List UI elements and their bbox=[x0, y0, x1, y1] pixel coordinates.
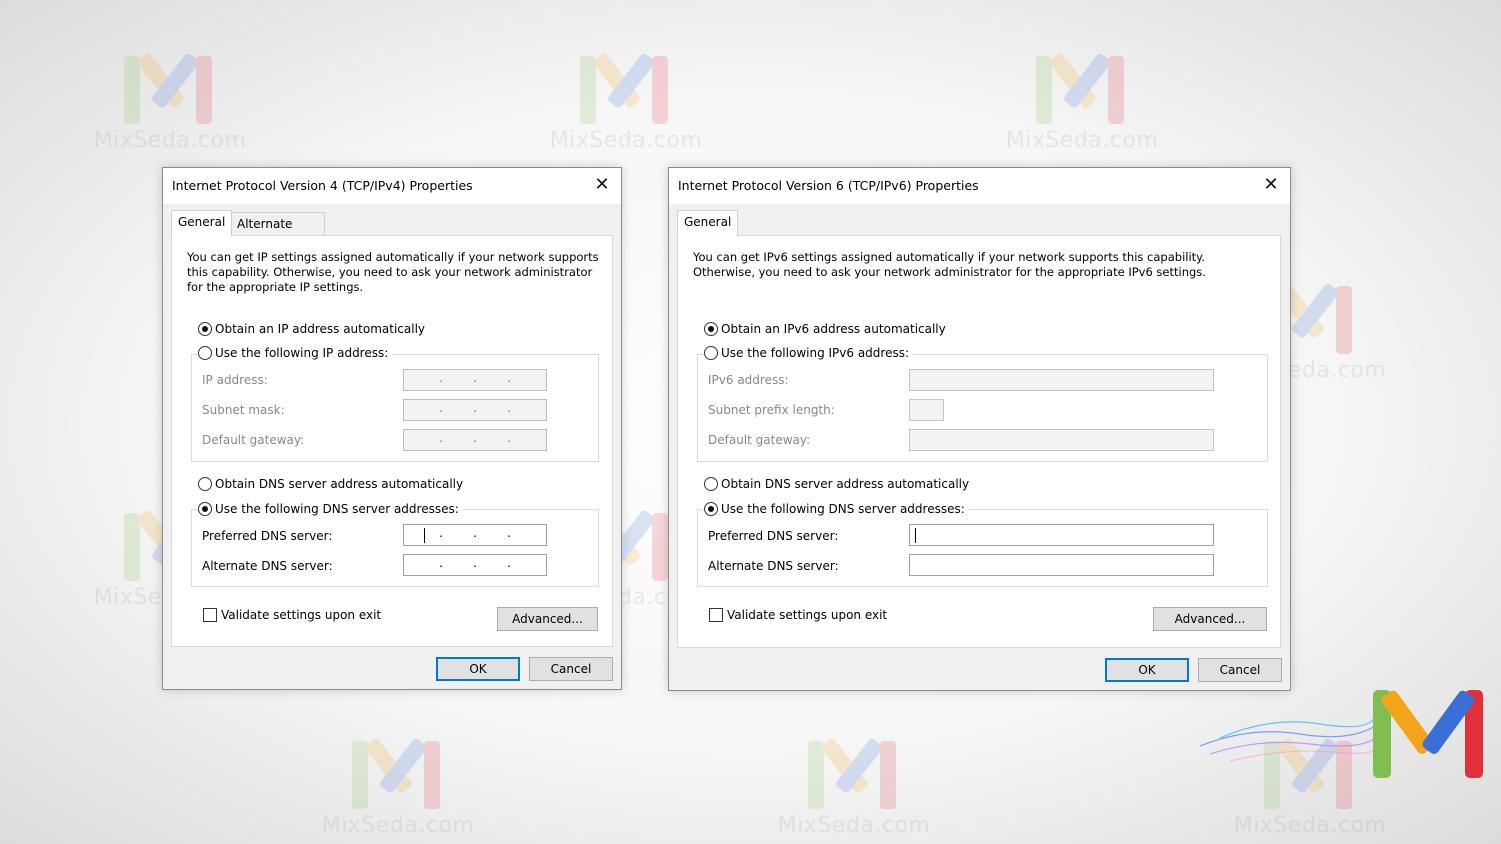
mixseda-watermark: MixSeda.com bbox=[1002, 52, 1162, 166]
watermark-logo bbox=[580, 52, 668, 124]
preferred-dns-field[interactable]: ... bbox=[403, 524, 547, 546]
radio-label: Use the following IP address: bbox=[215, 346, 389, 360]
close-icon[interactable]: ✕ bbox=[1260, 174, 1282, 196]
general-panel: You can get IPv6 settings assigned autom… bbox=[677, 235, 1281, 648]
obtain-ip-auto-radio[interactable]: Obtain an IP address automatically bbox=[198, 321, 425, 337]
watermark-text: MixSeda.com bbox=[549, 128, 703, 153]
use-following-dns-radio[interactable]: Use the following DNS server addresses: bbox=[704, 501, 969, 517]
subnet-mask-label: Subnet mask: bbox=[202, 403, 285, 417]
radio-label: Obtain DNS server address automatically bbox=[721, 477, 970, 491]
checkbox-box bbox=[203, 608, 217, 622]
preferred-dns-label: Preferred DNS server: bbox=[708, 529, 839, 543]
text-caret bbox=[424, 528, 425, 543]
checkbox-label: Validate settings upon exit bbox=[727, 608, 888, 622]
default-gateway-field[interactable] bbox=[909, 429, 1214, 451]
cancel-button[interactable]: Cancel bbox=[1198, 658, 1282, 682]
radio-dot bbox=[704, 322, 718, 336]
advanced-button[interactable]: Advanced... bbox=[1153, 607, 1267, 631]
use-following-ipv6-radio[interactable]: Use the following IPv6 address: bbox=[704, 345, 914, 361]
watermark-logo bbox=[1036, 52, 1124, 124]
title-bar: Internet Protocol Version 4 (TCP/IPv4) P… bbox=[163, 168, 621, 204]
radio-dot bbox=[198, 322, 212, 336]
advanced-button[interactable]: Advanced... bbox=[497, 607, 598, 631]
use-following-dns-radio[interactable]: Use the following DNS server addresses: bbox=[198, 501, 463, 517]
obtain-dns-auto-radio[interactable]: Obtain DNS server address automatically bbox=[704, 476, 969, 492]
ip-address-label: IP address: bbox=[202, 373, 268, 387]
text-caret bbox=[915, 528, 916, 543]
alternate-dns-label: Alternate DNS server: bbox=[708, 559, 839, 573]
radio-dot bbox=[198, 502, 212, 516]
watermark-text: MixSeda.com bbox=[321, 813, 475, 838]
subnet-prefix-label: Subnet prefix length: bbox=[708, 403, 835, 417]
alternate-dns-field[interactable]: ... bbox=[403, 554, 547, 576]
alternate-dns-field[interactable] bbox=[909, 554, 1214, 576]
dialog-title: Internet Protocol Version 6 (TCP/IPv6) P… bbox=[678, 178, 979, 193]
mixseda-watermark: MixSeda.com bbox=[318, 737, 478, 844]
radio-label: Obtain an IPv6 address automatically bbox=[721, 322, 946, 336]
ipv6-address-label: IPv6 address: bbox=[708, 373, 789, 387]
default-gateway-label: Default gateway: bbox=[202, 433, 305, 447]
watermark-logo bbox=[124, 52, 212, 124]
close-icon[interactable]: ✕ bbox=[591, 174, 613, 196]
watermark-text: MixSeda.com bbox=[1005, 128, 1159, 153]
mixseda-watermark: MixSeda.com bbox=[774, 737, 934, 844]
use-following-ip-radio[interactable]: Use the following IP address: bbox=[198, 345, 393, 361]
title-bar: Internet Protocol Version 6 (TCP/IPv6) P… bbox=[669, 168, 1290, 204]
ok-button[interactable]: OK bbox=[1105, 658, 1189, 682]
ipv4-properties-dialog: Internet Protocol Version 4 (TCP/IPv4) P… bbox=[162, 167, 622, 690]
validate-settings-checkbox[interactable]: Validate settings upon exit bbox=[203, 607, 381, 623]
checkbox-box bbox=[709, 608, 723, 622]
ok-button[interactable]: OK bbox=[436, 657, 520, 681]
ipv6-address-field[interactable] bbox=[909, 369, 1214, 391]
radio-dot bbox=[704, 477, 718, 491]
preferred-dns-label: Preferred DNS server: bbox=[202, 529, 333, 543]
radio-dot bbox=[198, 346, 212, 360]
default-gateway-label: Default gateway: bbox=[708, 433, 811, 447]
radio-label: Obtain an IP address automatically bbox=[215, 322, 426, 336]
ip-address-field[interactable]: ... bbox=[403, 369, 547, 391]
description-text: You can get IP settings assigned automat… bbox=[187, 250, 599, 294]
tab-alternate-configuration[interactable]: Alternate Configuration bbox=[230, 212, 326, 253]
subnet-prefix-field[interactable] bbox=[909, 399, 944, 421]
checkbox-label: Validate settings upon exit bbox=[221, 608, 382, 622]
alternate-dns-label: Alternate DNS server: bbox=[202, 559, 333, 573]
tab-general[interactable]: General bbox=[171, 210, 233, 236]
subnet-mask-field[interactable]: ... bbox=[403, 399, 547, 421]
radio-dot bbox=[198, 477, 212, 491]
default-gateway-field[interactable]: ... bbox=[403, 429, 547, 451]
watermark-text: MixSeda.com bbox=[93, 128, 247, 153]
radio-dot bbox=[704, 502, 718, 516]
preferred-dns-field[interactable] bbox=[909, 524, 1214, 546]
radio-label: Use the following IPv6 address: bbox=[721, 346, 910, 360]
radio-label: Use the following DNS server addresses: bbox=[215, 502, 459, 516]
obtain-dns-auto-radio[interactable]: Obtain DNS server address automatically bbox=[198, 476, 463, 492]
radio-label: Obtain DNS server address automatically bbox=[215, 477, 464, 491]
obtain-ipv6-auto-radio[interactable]: Obtain an IPv6 address automatically bbox=[704, 321, 946, 337]
mixseda-watermark: MixSeda.com bbox=[546, 52, 706, 166]
radio-label: Use the following DNS server addresses: bbox=[721, 502, 965, 516]
watermark-logo bbox=[808, 737, 896, 809]
dialog-title: Internet Protocol Version 4 (TCP/IPv4) P… bbox=[172, 178, 473, 193]
watermark-logo bbox=[352, 737, 440, 809]
validate-settings-checkbox[interactable]: Validate settings upon exit bbox=[709, 607, 887, 623]
mixseda-logo bbox=[1199, 690, 1483, 778]
tab-general[interactable]: General bbox=[677, 210, 739, 236]
mixseda-watermark: MixSeda.com bbox=[90, 52, 250, 166]
watermark-text: MixSeda.com bbox=[1233, 813, 1387, 838]
watermark-text: MixSeda.com bbox=[777, 813, 931, 838]
general-panel: You can get IP settings assigned automat… bbox=[171, 235, 613, 647]
description-text: You can get IPv6 settings assigned autom… bbox=[693, 250, 1206, 279]
lightning-swirl bbox=[1199, 715, 1376, 762]
radio-dot bbox=[704, 346, 718, 360]
cancel-button[interactable]: Cancel bbox=[529, 657, 613, 681]
ipv6-properties-dialog: Internet Protocol Version 6 (TCP/IPv6) P… bbox=[668, 167, 1291, 691]
